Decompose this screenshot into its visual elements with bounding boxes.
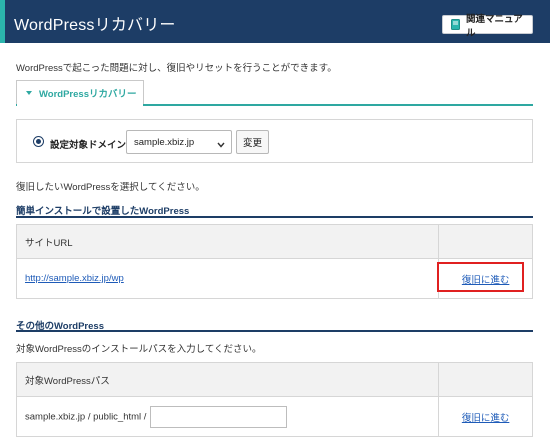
domain-select-value: sample.xbiz.jp — [134, 136, 195, 148]
change-domain-button[interactable]: 変更 — [236, 130, 269, 154]
site-url-link[interactable]: http://sample.xbiz.jp/wp — [25, 273, 124, 284]
site-url-header: サイトURL — [15, 224, 440, 259]
domain-select[interactable]: sample.xbiz.jp — [126, 130, 232, 154]
site-url-cell: http://sample.xbiz.jp/wp — [15, 258, 440, 299]
easy-install-section-rule — [16, 216, 533, 218]
action-cell: 復旧に進む — [438, 396, 533, 437]
page-header: WordPressリカバリー 関連マニュアル — [0, 0, 550, 43]
domain-selector-panel: 設定対象ドメイン sample.xbiz.jp 変更 — [16, 119, 533, 163]
chevron-down-icon — [217, 140, 225, 151]
path-header: 対象WordPressパス — [15, 362, 440, 397]
tab-wordpress-recovery[interactable]: WordPressリカバリー — [16, 80, 144, 105]
path-input[interactable] — [150, 405, 288, 428]
tab-underline-gap — [17, 104, 143, 106]
table-row: http://sample.xbiz.jp/wp 復旧に進む — [15, 258, 533, 299]
table-header-row: 対象WordPressパス — [15, 362, 533, 397]
book-icon — [451, 19, 460, 30]
tab-label: WordPressリカバリー — [39, 89, 137, 100]
easy-install-section-title: 簡単インストールで設置したWordPress — [16, 206, 190, 217]
table-row: sample.xbiz.jp / public_html / 復旧に進む — [15, 396, 533, 437]
page-title: WordPressリカバリー — [14, 17, 176, 34]
action-header — [438, 224, 533, 259]
restore-button-easy-install[interactable]: 復旧に進む — [462, 275, 510, 286]
other-section-rule — [16, 330, 533, 332]
page-description: WordPressで起こった問題に対し、復旧やリセットを行うことができます。 — [16, 63, 337, 74]
path-prefix: sample.xbiz.jp / public_html / — [25, 411, 147, 422]
restore-button-other[interactable]: 復旧に進む — [462, 413, 510, 424]
related-manual-label: 関連マニュアル — [466, 13, 523, 39]
domain-label: 設定対象ドメイン — [50, 140, 127, 151]
action-cell: 復旧に進む — [438, 258, 533, 299]
path-cell: sample.xbiz.jp / public_html / — [15, 396, 440, 437]
select-instruction: 復旧したいWordPressを選択してください。 — [16, 182, 205, 193]
path-instruction: 対象WordPressのインストールパスを入力してください。 — [16, 344, 262, 355]
easy-install-table: サイトURL http://sample.xbiz.jp/wp 復旧に進む — [15, 224, 533, 299]
header-accent-bar — [0, 0, 5, 43]
radio-selected-dot — [36, 139, 41, 144]
caret-down-icon — [26, 91, 32, 95]
table-header-row: サイトURL — [15, 224, 533, 259]
other-wordpress-table: 対象WordPressパス sample.xbiz.jp / public_ht… — [15, 362, 533, 437]
domain-radio[interactable] — [33, 136, 44, 147]
action-header — [438, 362, 533, 397]
related-manual-button[interactable]: 関連マニュアル — [442, 14, 533, 39]
